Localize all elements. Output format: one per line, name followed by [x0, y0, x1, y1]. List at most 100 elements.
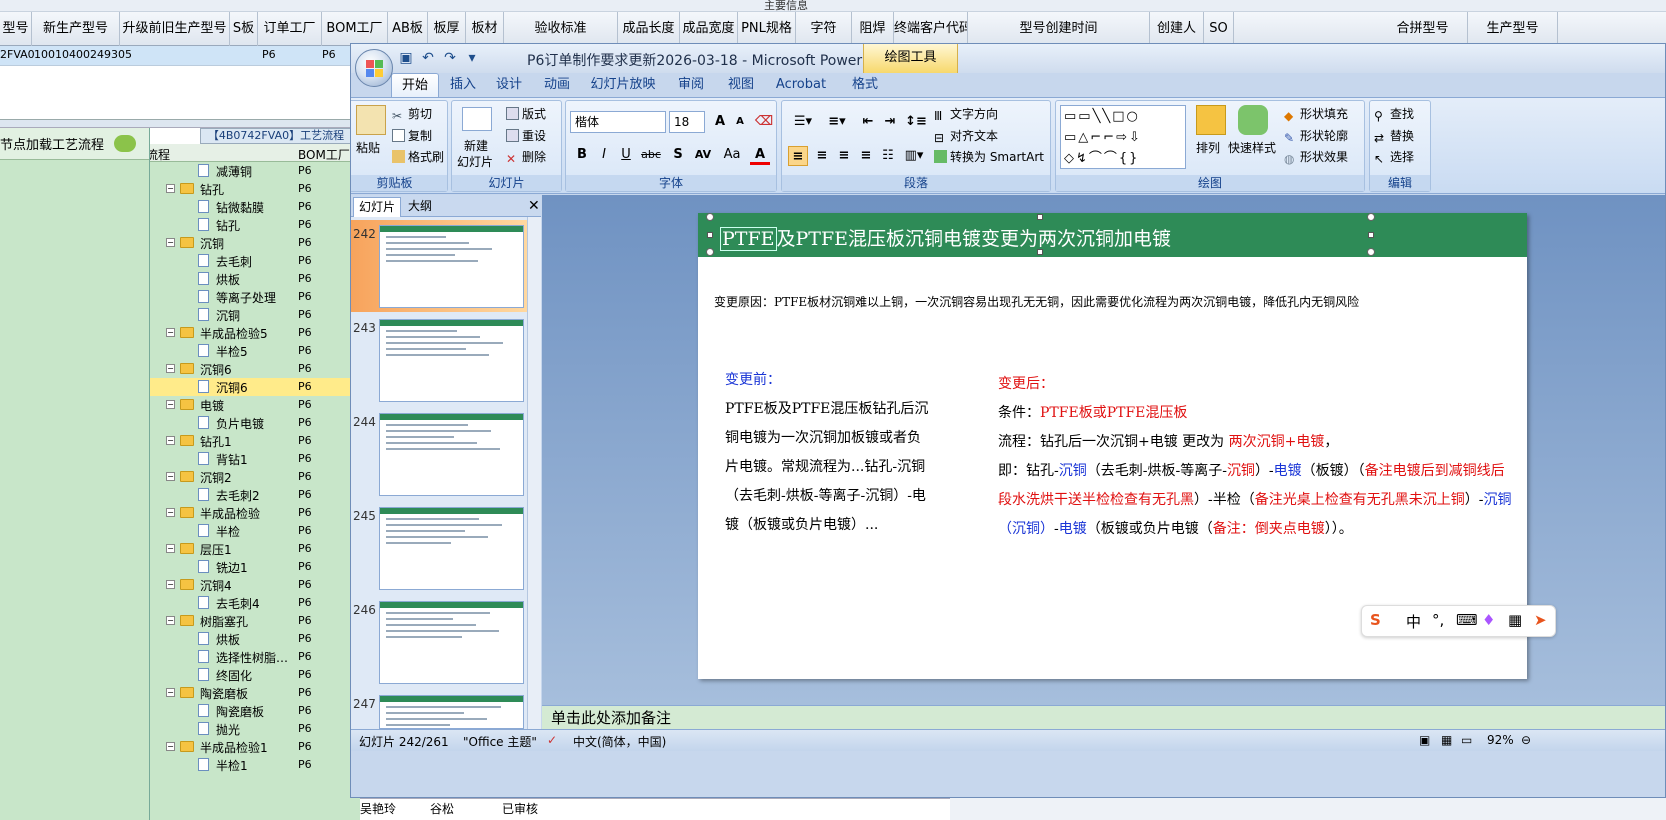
tree-node[interactable]: 钻孔 P6: [150, 216, 360, 234]
resize-handle[interactable]: [1368, 232, 1374, 238]
sorter-view-icon[interactable]: ▦: [1441, 733, 1452, 747]
bg-column-header[interactable]: AB板: [388, 12, 428, 46]
bg-column-header[interactable]: SO: [1204, 12, 1234, 46]
arrange-icon[interactable]: [1196, 105, 1226, 135]
normal-view-icon[interactable]: ▣: [1419, 733, 1430, 747]
slide-thumbnail[interactable]: [379, 695, 524, 732]
keyboard-icon[interactable]: ⌨: [1456, 611, 1478, 629]
bg-column-header[interactable]: PNL规格: [738, 12, 796, 46]
collapse-icon[interactable]: −: [166, 616, 175, 625]
reset-button[interactable]: 重设: [506, 127, 546, 144]
delete-button[interactable]: ✕ 删除: [506, 148, 546, 166]
tree-node[interactable]: 烘板 P6: [150, 630, 360, 648]
shape-effects-button[interactable]: ◍ 形状效果: [1284, 148, 1348, 166]
align-left-icon[interactable]: ≡: [788, 146, 808, 166]
collapse-icon[interactable]: −: [166, 508, 175, 517]
slide-thumbnail[interactable]: [379, 601, 524, 684]
ime-punct[interactable]: °,: [1432, 611, 1444, 629]
underline-button[interactable]: U: [616, 145, 636, 165]
shadow-button[interactable]: S: [668, 145, 688, 165]
office-button[interactable]: [355, 49, 393, 87]
bg-column-header[interactable]: S板: [230, 12, 258, 46]
bg-column-header[interactable]: 终端客户代码: [894, 12, 968, 46]
tab-view[interactable]: 视图: [719, 73, 763, 97]
bullets-icon[interactable]: ☰▾: [788, 112, 818, 132]
collapse-icon[interactable]: −: [166, 580, 175, 589]
tree-node[interactable]: 沉铜6 P6: [150, 378, 360, 396]
bg-process-tab[interactable]: 【4B0742FVA0】工艺流程: [200, 128, 352, 144]
bg-column-header[interactable]: 新生产型号: [32, 12, 120, 46]
redo-icon[interactable]: ↷: [441, 49, 459, 67]
smartart-button[interactable]: 转换为 SmartArt: [934, 148, 1044, 165]
strikethrough-button[interactable]: abc: [638, 145, 664, 165]
tree-node[interactable]: 终固化 P6: [150, 666, 360, 684]
ime-toolbar[interactable]: S 中 °, ⌨ ♦ ▦ ➤: [1361, 605, 1556, 637]
arrange-button[interactable]: 排列: [1196, 139, 1220, 156]
tab-design[interactable]: 设计: [487, 73, 531, 97]
tab-review[interactable]: 审阅: [669, 73, 713, 97]
tree-node[interactable]: 选择性树脂… P6: [150, 648, 360, 666]
columns-icon[interactable]: ▥▾: [900, 146, 928, 166]
select-button[interactable]: ↖ 选择: [1374, 148, 1414, 166]
bg-column-header[interactable]: 合拼型号: [1378, 12, 1468, 46]
bg-column-header[interactable]: 订单工厂: [258, 12, 322, 46]
bg-splitter[interactable]: [0, 120, 360, 128]
distribute-icon[interactable]: ☷: [878, 146, 898, 166]
tree-node[interactable]: 沉铜 P6: [150, 306, 360, 324]
bg-column-header[interactable]: 板厚: [428, 12, 466, 46]
bg-column-header[interactable]: 板材: [466, 12, 504, 46]
tree-node[interactable]: − 钻孔 P6: [150, 180, 360, 198]
resize-handle[interactable]: [1367, 248, 1375, 256]
format-painter-button[interactable]: 格式刷: [392, 148, 444, 165]
sogou-logo-icon[interactable]: S: [1370, 611, 1381, 629]
spellcheck-icon[interactable]: ✓: [547, 733, 557, 747]
tab-slideshow[interactable]: 幻灯片放映: [587, 73, 659, 97]
undo-icon[interactable]: ↶: [419, 49, 437, 67]
slideshow-view-icon[interactable]: ▭: [1461, 733, 1472, 747]
collapse-icon[interactable]: −: [166, 436, 175, 445]
slide-thumbnail[interactable]: [379, 319, 524, 402]
bg-column-header[interactable]: 成品长度: [618, 12, 680, 46]
collapse-icon[interactable]: −: [166, 688, 175, 697]
tree-node[interactable]: 减薄铜 P6: [150, 162, 360, 180]
tree-node[interactable]: 陶瓷磨板 P6: [150, 702, 360, 720]
font-name-combo[interactable]: 楷体: [570, 111, 666, 133]
shrink-font-button[interactable]: A: [730, 112, 750, 132]
tree-node[interactable]: − 沉铜4 P6: [150, 576, 360, 594]
tab-outline[interactable]: 大纲: [403, 197, 437, 217]
more-icon[interactable]: ➤: [1534, 611, 1547, 629]
clear-format-icon[interactable]: ⌫: [754, 112, 774, 132]
collapse-icon[interactable]: −: [166, 184, 175, 193]
tab-insert[interactable]: 插入: [441, 73, 485, 97]
numbering-icon[interactable]: ≡▾: [822, 112, 852, 132]
font-color-button[interactable]: A: [750, 145, 770, 165]
tree-node[interactable]: − 沉铜2 P6: [150, 468, 360, 486]
shape-fill-button[interactable]: ◆ 形状填充: [1284, 105, 1348, 123]
after-section[interactable]: 变更后： 条件：PTFE板或PTFE混压板 流程：钻孔后一次沉铜+电镀 更改为 …: [998, 370, 1513, 544]
tree-node[interactable]: − 钻孔1 P6: [150, 432, 360, 450]
bg-column-header[interactable]: 生产型号: [1468, 12, 1558, 46]
tree-node[interactable]: 去毛刺4 P6: [150, 594, 360, 612]
bg-process-tree[interactable]: 流程 BOM工厂 减薄铜 P6− 钻孔 P6 钻微黏膜 P6 钻孔 P6− 沉铜 P6 去毛刺 P6 烘板…: [150, 144, 360, 820]
tree-node[interactable]: 等离子处理 P6: [150, 288, 360, 306]
text-direction-button[interactable]: Ⅲ 文字方向: [934, 105, 998, 123]
slide-thumbnail[interactable]: [379, 507, 524, 590]
align-text-button[interactable]: ⊟ 对齐文本: [934, 127, 998, 145]
resize-handle[interactable]: [1037, 249, 1043, 255]
tree-node[interactable]: − 沉铜6 P6: [150, 360, 360, 378]
new-slide-button[interactable]: 新建: [464, 137, 488, 154]
save-icon[interactable]: ▣: [397, 49, 415, 67]
tree-node[interactable]: 背钻1 P6: [150, 450, 360, 468]
collapse-icon[interactable]: −: [166, 328, 175, 337]
status-language[interactable]: 中文(简体，中国): [573, 733, 666, 750]
change-case-button[interactable]: Aa: [720, 145, 744, 165]
resize-handle[interactable]: [706, 248, 714, 256]
tab-acrobat[interactable]: Acrobat: [771, 73, 831, 97]
bg-column-header[interactable]: BOM工厂: [322, 12, 388, 46]
tree-node[interactable]: − 层压1 P6: [150, 540, 360, 558]
toolbox-icon[interactable]: ▦: [1508, 611, 1522, 629]
collapse-icon[interactable]: −: [166, 472, 175, 481]
skin-icon[interactable]: ♦: [1482, 611, 1495, 629]
tree-node[interactable]: 半检 P6: [150, 522, 360, 540]
find-button[interactable]: ⚲ 查找: [1374, 105, 1414, 123]
